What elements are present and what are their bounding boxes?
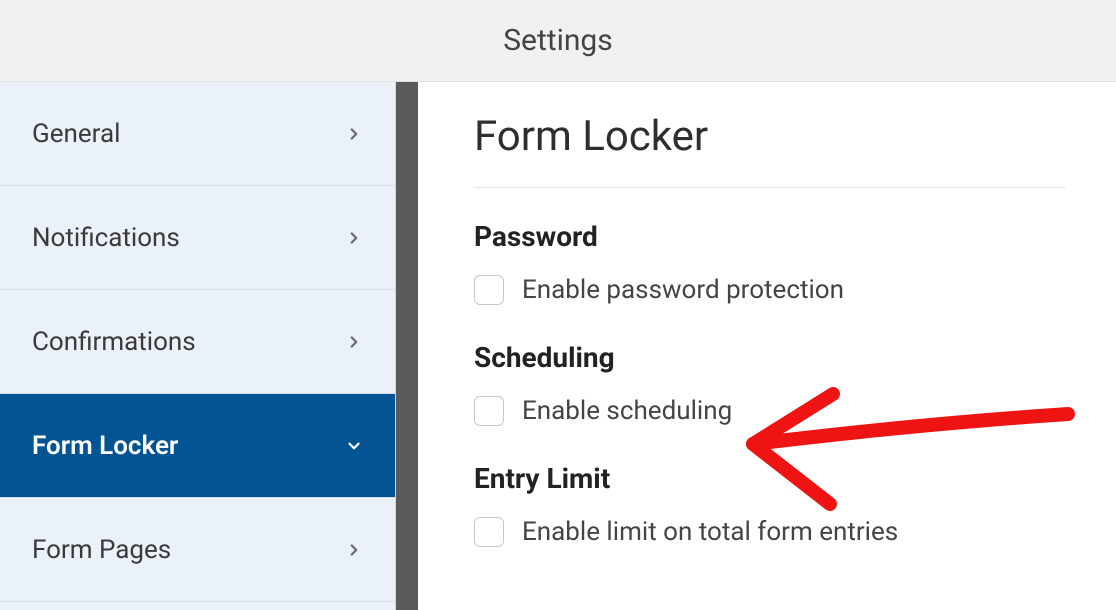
chevron-right-icon (345, 541, 363, 559)
checkbox-row-entry-limit[interactable]: Enable limit on total form entries (474, 517, 1066, 547)
chevron-right-icon (345, 125, 363, 143)
checkbox-label: Enable limit on total form entries (522, 517, 898, 547)
checkbox-enable-scheduling[interactable] (474, 396, 504, 426)
sidebar-item-label: Notifications (32, 223, 345, 253)
checkbox-enable-password[interactable] (474, 275, 504, 305)
content-panel: Form Locker Password Enable password pro… (418, 82, 1116, 610)
sidebar-item-confirmations[interactable]: Confirmations (0, 290, 395, 394)
checkbox-label: Enable password protection (522, 275, 844, 305)
sidebar-item-form-locker[interactable]: Form Locker (0, 394, 395, 498)
checkbox-label: Enable scheduling (522, 396, 732, 426)
section-heading: Scheduling (474, 341, 1066, 374)
sidebar-item-label: Form Pages (32, 535, 345, 565)
chevron-right-icon (345, 229, 363, 247)
section-password: Password Enable password protection (474, 220, 1066, 305)
checkbox-enable-entry-limit[interactable] (474, 517, 504, 547)
section-heading: Password (474, 220, 1066, 253)
section-scheduling: Scheduling Enable scheduling (474, 341, 1066, 426)
checkbox-row-password[interactable]: Enable password protection (474, 275, 1066, 305)
sidebar-item-label: Form Locker (32, 431, 345, 461)
sidebar-item-form-pages[interactable]: Form Pages (0, 498, 395, 602)
section-entry-limit: Entry Limit Enable limit on total form e… (474, 462, 1066, 547)
main-layout: General Notifications Confirmations Form… (0, 82, 1116, 610)
sidebar-item-notifications[interactable]: Notifications (0, 186, 395, 290)
page-title: Settings (503, 23, 613, 58)
chevron-right-icon (345, 333, 363, 351)
chevron-down-icon (345, 437, 363, 455)
sidebar-item-label: Confirmations (32, 327, 345, 357)
divider-strip (396, 82, 418, 610)
sidebar-item-general[interactable]: General (0, 82, 395, 186)
checkbox-row-scheduling[interactable]: Enable scheduling (474, 396, 1066, 426)
content-title: Form Locker (474, 112, 1066, 188)
sidebar-item-label: General (32, 119, 345, 149)
settings-sidebar: General Notifications Confirmations Form… (0, 82, 396, 610)
header-bar: Settings (0, 0, 1116, 82)
section-heading: Entry Limit (474, 462, 1066, 495)
